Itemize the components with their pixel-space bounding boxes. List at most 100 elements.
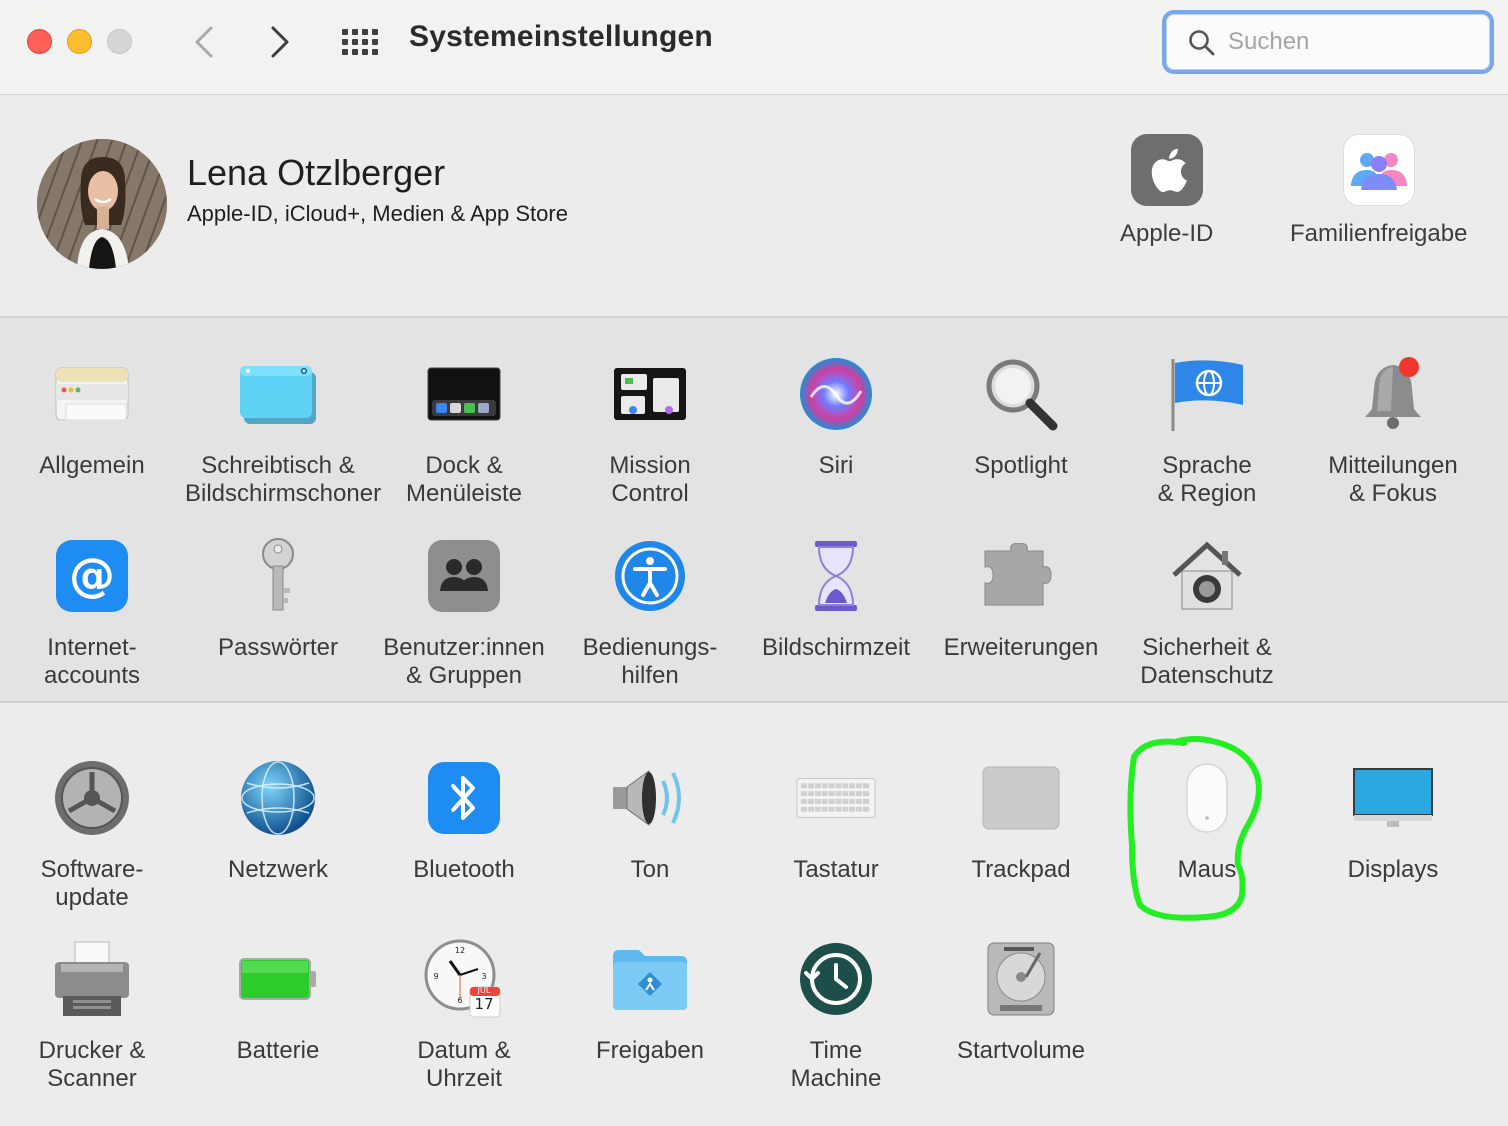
keyboard-label: Tastatur: [743, 856, 929, 884]
label-line-2: Datenschutz: [1140, 662, 1274, 689]
pane-desktop-screensaver[interactable]: Schreibtisch & Bildschirmschoner: [185, 354, 382, 508]
siri-label: Siri: [743, 452, 929, 480]
svg-text:@: @: [69, 548, 115, 602]
screen-time-icon: [796, 536, 876, 616]
security-privacy-icon: [1167, 536, 1247, 616]
label-line-2: & Gruppen: [405, 662, 523, 689]
avatar[interactable]: [37, 139, 167, 269]
back-button[interactable]: [186, 22, 222, 62]
pane-sound[interactable]: Ton: [557, 758, 743, 884]
pane-mouse[interactable]: Maus: [1114, 758, 1300, 884]
close-window-button[interactable]: [27, 29, 52, 54]
label-line-2: accounts: [43, 662, 141, 689]
notifications-label: Mitteilungen & Fokus: [1300, 452, 1486, 508]
general-icon: [52, 354, 132, 434]
pane-accessibility[interactable]: Bedienungs-hilfen: [557, 536, 743, 690]
label-line-1: Internet-: [47, 634, 137, 661]
pane-screen-time[interactable]: Bildschirmzeit: [743, 536, 929, 662]
svg-text:3: 3: [481, 972, 486, 981]
extensions-icon: [981, 536, 1061, 616]
mouse-label: Maus: [1114, 856, 1300, 884]
pane-network[interactable]: Netzwerk: [185, 758, 371, 884]
pane-mission-control[interactable]: Mission Control: [557, 354, 743, 508]
pane-general[interactable]: Allgemein: [0, 354, 185, 480]
label-line-1: Erweiterungen: [943, 634, 1099, 661]
users-groups-icon: [424, 536, 504, 616]
bluetooth-label: Bluetooth: [371, 856, 557, 884]
search-input[interactable]: [1228, 24, 1478, 60]
pane-keyboard[interactable]: Tastatur: [743, 758, 929, 884]
pane-language-region[interactable]: Sprache & Region: [1114, 354, 1300, 508]
apple-id-label: Apple-ID: [1120, 220, 1214, 247]
account-subtitle: Apple-ID, iCloud+, Medien & App Store: [187, 201, 568, 226]
family-sharing-pane[interactable]: Familienfreigabe: [1290, 134, 1467, 248]
zoom-window-button[interactable]: [107, 29, 132, 54]
pane-battery[interactable]: Batterie: [185, 939, 371, 1065]
svg-text:9: 9: [433, 972, 438, 981]
software-update-label: Software-update: [0, 856, 185, 912]
pane-software-update[interactable]: Software-update: [0, 758, 185, 912]
battery-label: Batterie: [185, 1037, 371, 1065]
software-update-icon: [52, 758, 132, 838]
label-line-1: Drucker &: [38, 1037, 146, 1064]
pane-notifications[interactable]: Mitteilungen & Fokus: [1300, 354, 1486, 508]
chevron-left-icon: [195, 26, 213, 58]
date-time-label: Datum & Uhrzeit: [371, 1037, 557, 1093]
pane-dock-menubar[interactable]: Dock & Menüleiste: [371, 354, 557, 508]
passwords-icon: [238, 536, 318, 616]
users-groups-label: Benutzer:innen & Gruppen: [371, 634, 557, 690]
accessibility-icon: [610, 536, 690, 616]
time-machine-label: Time Machine: [743, 1037, 929, 1093]
pane-siri[interactable]: Siri: [743, 354, 929, 480]
search-icon: [1189, 30, 1215, 56]
label-line-2: Control: [611, 480, 689, 507]
toolbar: Systemeinstellungen: [0, 0, 1508, 95]
pane-extensions[interactable]: Erweiterungen: [928, 536, 1114, 662]
label-line-2: hilfen: [621, 662, 679, 689]
network-icon: [238, 758, 318, 838]
pane-time-machine[interactable]: Time Machine: [743, 939, 929, 1093]
desktop-screensaver-label: Schreibtisch & Bildschirmschoner: [185, 452, 382, 508]
show-all-button[interactable]: [340, 25, 380, 59]
calendar-month-label: JUL: [477, 986, 491, 995]
pane-passwords[interactable]: Passwörter: [185, 536, 371, 662]
pane-startup-disk[interactable]: Startvolume: [928, 939, 1114, 1065]
battery-icon: [238, 939, 318, 1019]
label-line-1: Freigaben: [595, 1037, 705, 1064]
search-field[interactable]: [1162, 10, 1494, 74]
network-label: Netzwerk: [185, 856, 371, 884]
pane-sharing[interactable]: Freigaben: [557, 939, 743, 1065]
family-sharing-label: Familienfreigabe: [1290, 220, 1468, 247]
label-line-2: Uhrzeit: [425, 1065, 503, 1092]
label-line-1: Sprache: [1162, 452, 1252, 479]
label-line-2: Bildschirmschoner: [185, 480, 382, 507]
pane-printers-scanners[interactable]: Drucker & Scanner: [0, 939, 185, 1093]
forward-button[interactable]: [262, 22, 298, 62]
apple-logo-icon: [1130, 134, 1203, 206]
accessibility-label: Bedienungs-hilfen: [557, 634, 743, 690]
pane-internet-accounts[interactable]: @ Internet-accounts: [0, 536, 185, 690]
trackpad-icon: [981, 758, 1061, 838]
pane-trackpad[interactable]: Trackpad: [928, 758, 1114, 884]
pane-date-time[interactable]: 12 3 6 9 Datum & Uhrzeit: [371, 939, 557, 1093]
label-line-1: Displays: [1347, 856, 1439, 883]
startup-disk-label: Startvolume: [928, 1037, 1114, 1065]
label-line-1: Trackpad: [971, 856, 1071, 883]
startup-disk-icon: [981, 939, 1061, 1019]
spotlight-label: Spotlight: [928, 452, 1114, 480]
label-line-1: Mission: [609, 452, 691, 479]
notifications-icon: [1353, 354, 1433, 434]
dock-menubar-label: Dock & Menüleiste: [371, 452, 557, 508]
pane-spotlight[interactable]: Spotlight: [928, 354, 1114, 480]
pane-users-groups[interactable]: Benutzer:innen & Gruppen: [371, 536, 557, 690]
internet-accounts-label: Internet-accounts: [0, 634, 185, 690]
label-line-1: Bildschirmzeit: [761, 634, 911, 661]
pane-displays[interactable]: Displays: [1300, 758, 1486, 884]
minimize-window-button[interactable]: [67, 29, 92, 54]
pane-bluetooth[interactable]: Bluetooth: [371, 758, 557, 884]
label-line-1: Bluetooth: [413, 856, 515, 883]
language-region-icon: [1167, 354, 1247, 434]
apple-id-pane[interactable]: Apple-ID: [1120, 134, 1213, 248]
label-line-1: Siri: [818, 452, 854, 479]
pane-security-privacy[interactable]: Sicherheit & Datenschutz: [1114, 536, 1300, 690]
